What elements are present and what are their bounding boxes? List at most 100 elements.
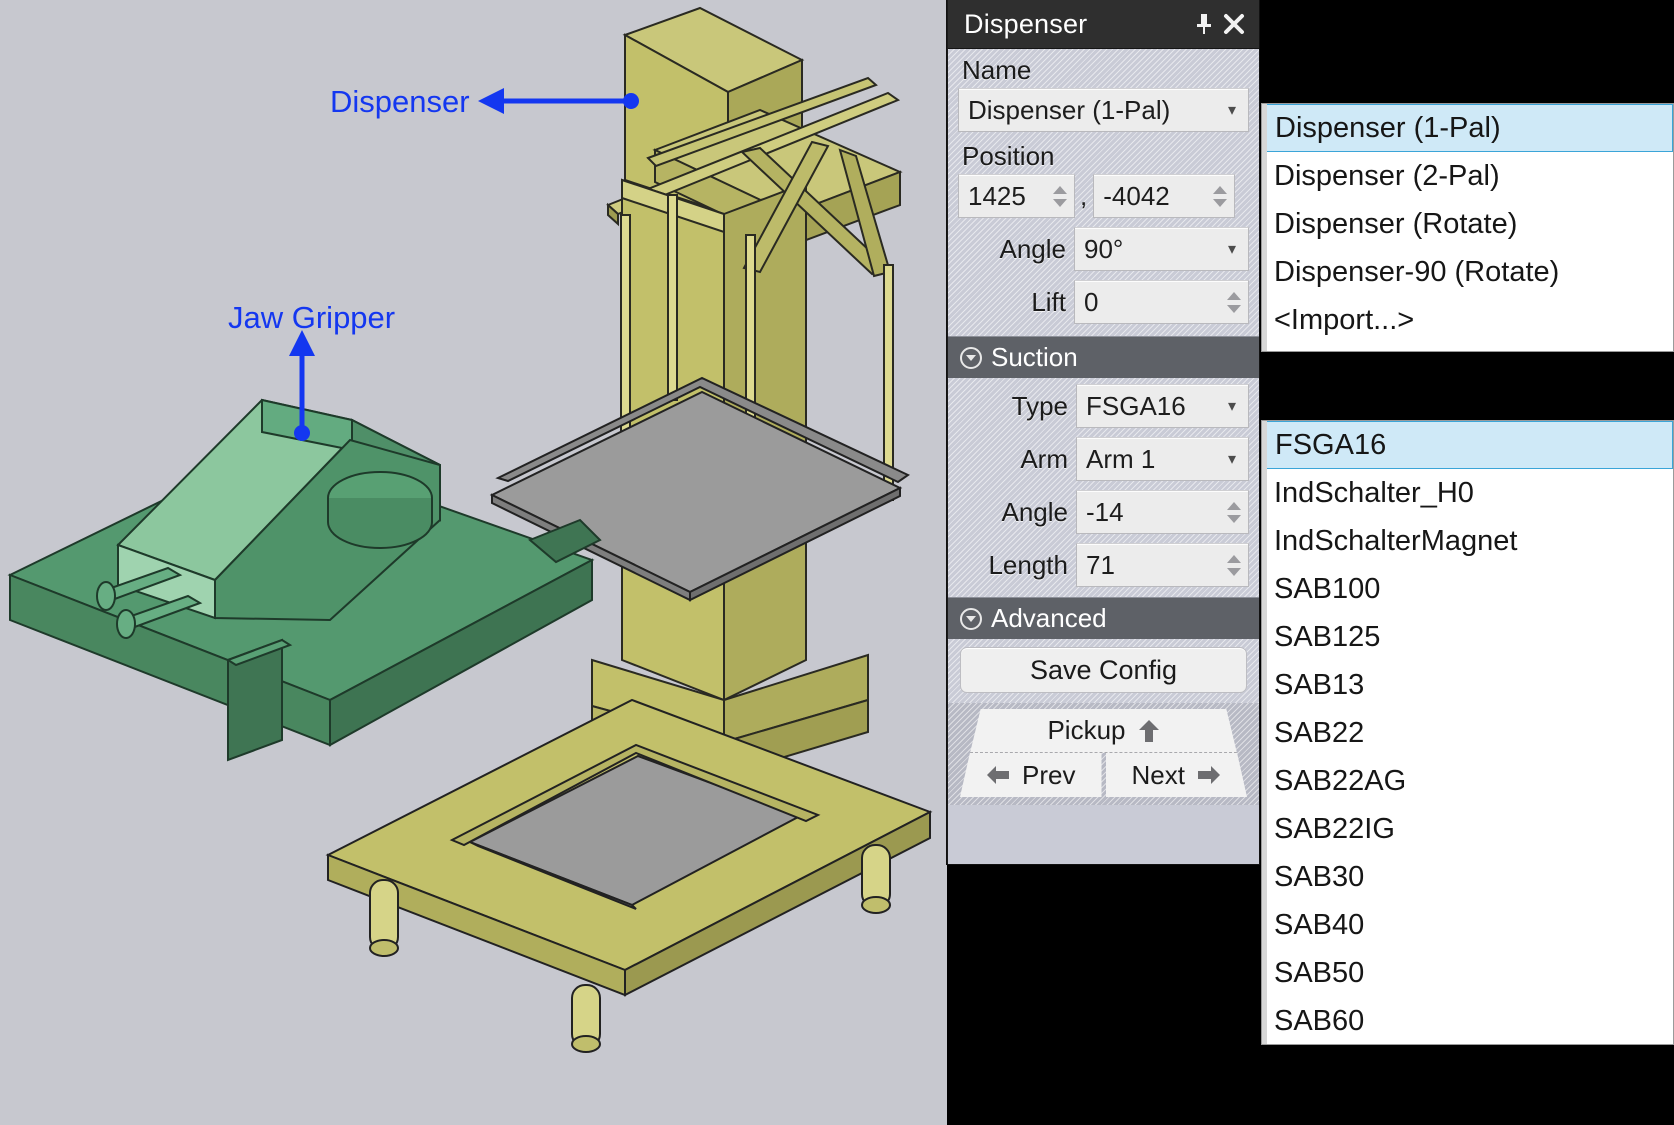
- arrow-left-icon: [987, 766, 1010, 784]
- chevron-down-icon: ▾: [1227, 451, 1237, 468]
- type-option-item[interactable]: SAB100: [1262, 565, 1673, 613]
- type-option-item[interactable]: SAB125: [1262, 613, 1673, 661]
- suction-arm-label: Arm: [1020, 443, 1068, 474]
- suction-angle-label: Angle: [1001, 496, 1069, 527]
- type-option-item-label: SAB40: [1274, 908, 1365, 941]
- name-option-item[interactable]: Dispenser (Rotate): [1262, 200, 1673, 248]
- type-option-item[interactable]: SAB30: [1262, 853, 1673, 901]
- jaw-gripper: [7, 398, 602, 762]
- suction-section: Type FSGA16 ▾ Arm Arm 1 ▾ Angle -14 Leng…: [948, 378, 1259, 597]
- type-option-item-label: FSGA16: [1275, 428, 1387, 461]
- dispenser-property-panel: Dispenser Name Dispenser (1-Pal) ▾ Posit…: [947, 0, 1259, 864]
- suction-section-title: Suction: [991, 342, 1078, 372]
- save-config-label: Save Config: [1029, 654, 1178, 685]
- type-option-item-label: IndSchalterMagnet: [1274, 524, 1518, 557]
- pickup-label: Pickup: [1047, 715, 1126, 745]
- type-dropdown-list[interactable]: FSGA16 IndSchalter_H0 IndSchalterMagnet SAB…: [1261, 420, 1674, 1045]
- collapse-chevron-icon: [960, 607, 982, 630]
- position-y-stepper[interactable]: [1210, 175, 1234, 217]
- general-section: Name Dispenser (1-Pal) ▾ Position 1425 ,…: [948, 49, 1259, 336]
- type-option-item[interactable]: SAB60: [1262, 997, 1673, 1044]
- position-label: Position: [962, 141, 1055, 171]
- prev-label: Prev: [1022, 759, 1076, 790]
- suction-arm-select[interactable]: Arm 1 ▾: [1076, 437, 1249, 481]
- annotation-label-dispenser: Dispenser: [330, 84, 470, 119]
- position-x-value: 1425: [968, 180, 1026, 211]
- dropdown-scrollbar[interactable]: [1262, 421, 1267, 1044]
- save-config-button[interactable]: Save Config: [960, 647, 1247, 693]
- type-option-item-label: SAB22: [1274, 716, 1365, 749]
- collapse-chevron-icon: [960, 346, 982, 369]
- dropdown-scrollbar[interactable]: [1262, 104, 1267, 351]
- lift-label: Lift: [1031, 286, 1066, 317]
- suction-angle-stepper[interactable]: [1224, 491, 1248, 533]
- pickup-group: Pickup Prev Next: [948, 703, 1259, 805]
- lower-pallet: [325, 698, 933, 1053]
- 3d-viewport[interactable]: Dispenser Jaw Gripper: [0, 0, 947, 1125]
- suction-type-select[interactable]: FSGA16 ▾: [1076, 384, 1249, 428]
- type-option-item[interactable]: IndSchalterMagnet: [1262, 517, 1673, 565]
- arrow-right-icon: [1197, 766, 1220, 784]
- suction-length-label: Length: [988, 549, 1068, 580]
- name-option-item[interactable]: Dispenser (1-Pal): [1262, 104, 1673, 152]
- suction-length-input[interactable]: 71: [1076, 543, 1249, 587]
- type-option-item-label: SAB22AG: [1274, 764, 1407, 797]
- panel-title-bar: Dispenser: [948, 0, 1259, 49]
- chevron-down-icon: ▾: [1227, 398, 1237, 415]
- name-label: Name: [962, 55, 1032, 85]
- 3d-model-scene: [7, 6, 933, 1053]
- type-option-item[interactable]: SAB40: [1262, 901, 1673, 949]
- close-icon[interactable]: [1219, 7, 1249, 41]
- type-option-item-label: SAB100: [1274, 572, 1381, 605]
- advanced-section-header[interactable]: Advanced: [948, 597, 1259, 639]
- type-option-item-label: IndSchalter_H0: [1274, 476, 1474, 509]
- type-option-item-label: SAB50: [1274, 956, 1365, 989]
- annotation-arrows: [289, 88, 639, 441]
- button-divider: [1102, 753, 1106, 797]
- type-option-item-label: SAB60: [1274, 1004, 1365, 1037]
- suction-length-stepper[interactable]: [1224, 544, 1248, 586]
- name-option-item-label: Dispenser-90 (Rotate): [1274, 255, 1560, 288]
- name-option-item-label: Dispenser (Rotate): [1274, 207, 1518, 240]
- type-option-item[interactable]: SAB22AG: [1262, 757, 1673, 805]
- chevron-down-icon: ▾: [1227, 102, 1237, 119]
- annotation-label-jaw-gripper: Jaw Gripper: [228, 300, 396, 335]
- advanced-section-title: Advanced: [991, 603, 1107, 633]
- suction-length-value: 71: [1086, 549, 1115, 580]
- panel-title-text: Dispenser: [964, 8, 1088, 39]
- pickup-button[interactable]: Pickup: [970, 709, 1237, 753]
- suction-arm-value: Arm 1: [1086, 443, 1156, 474]
- type-option-item[interactable]: FSGA16: [1262, 421, 1673, 469]
- position-y-input[interactable]: -4042: [1093, 174, 1236, 218]
- type-option-item-label: SAB13: [1274, 668, 1365, 701]
- type-option-item[interactable]: SAB22IG: [1262, 805, 1673, 853]
- type-option-item[interactable]: SAB50: [1262, 949, 1673, 997]
- type-option-item[interactable]: SAB13: [1262, 661, 1673, 709]
- chevron-down-icon: ▾: [1227, 241, 1237, 258]
- type-option-item-label: SAB30: [1274, 860, 1365, 893]
- name-select[interactable]: Dispenser (1-Pal) ▾: [958, 88, 1249, 132]
- suction-angle-value: -14: [1086, 496, 1124, 527]
- type-option-item[interactable]: IndSchalter_H0: [1262, 469, 1673, 517]
- position-x-stepper[interactable]: [1050, 175, 1074, 217]
- name-option-item[interactable]: <Import...>: [1262, 296, 1673, 344]
- next-label: Next: [1131, 759, 1185, 790]
- position-x-input[interactable]: 1425: [958, 174, 1075, 218]
- name-option-item[interactable]: Dispenser (2-Pal): [1262, 152, 1673, 200]
- pin-icon[interactable]: [1189, 7, 1219, 41]
- name-option-item[interactable]: Dispenser-90 (Rotate): [1262, 248, 1673, 296]
- suction-section-header[interactable]: Suction: [948, 336, 1259, 378]
- next-button[interactable]: Next: [1105, 753, 1247, 797]
- name-option-item-label: Dispenser (1-Pal): [1275, 111, 1501, 144]
- type-option-item-label: SAB125: [1274, 620, 1381, 653]
- angle-select[interactable]: 90° ▾: [1074, 227, 1249, 271]
- name-dropdown-list[interactable]: Dispenser (1-Pal) Dispenser (2-Pal) Dispen…: [1261, 103, 1674, 352]
- name-option-item-label: <Import...>: [1274, 303, 1415, 336]
- suction-angle-input[interactable]: -14: [1076, 490, 1249, 534]
- lift-input[interactable]: 0: [1074, 280, 1249, 324]
- angle-value: 90°: [1084, 233, 1124, 264]
- type-option-item[interactable]: SAB22: [1262, 709, 1673, 757]
- lift-value: 0: [1084, 286, 1099, 317]
- prev-button[interactable]: Prev: [960, 753, 1102, 797]
- lift-stepper[interactable]: [1224, 281, 1248, 323]
